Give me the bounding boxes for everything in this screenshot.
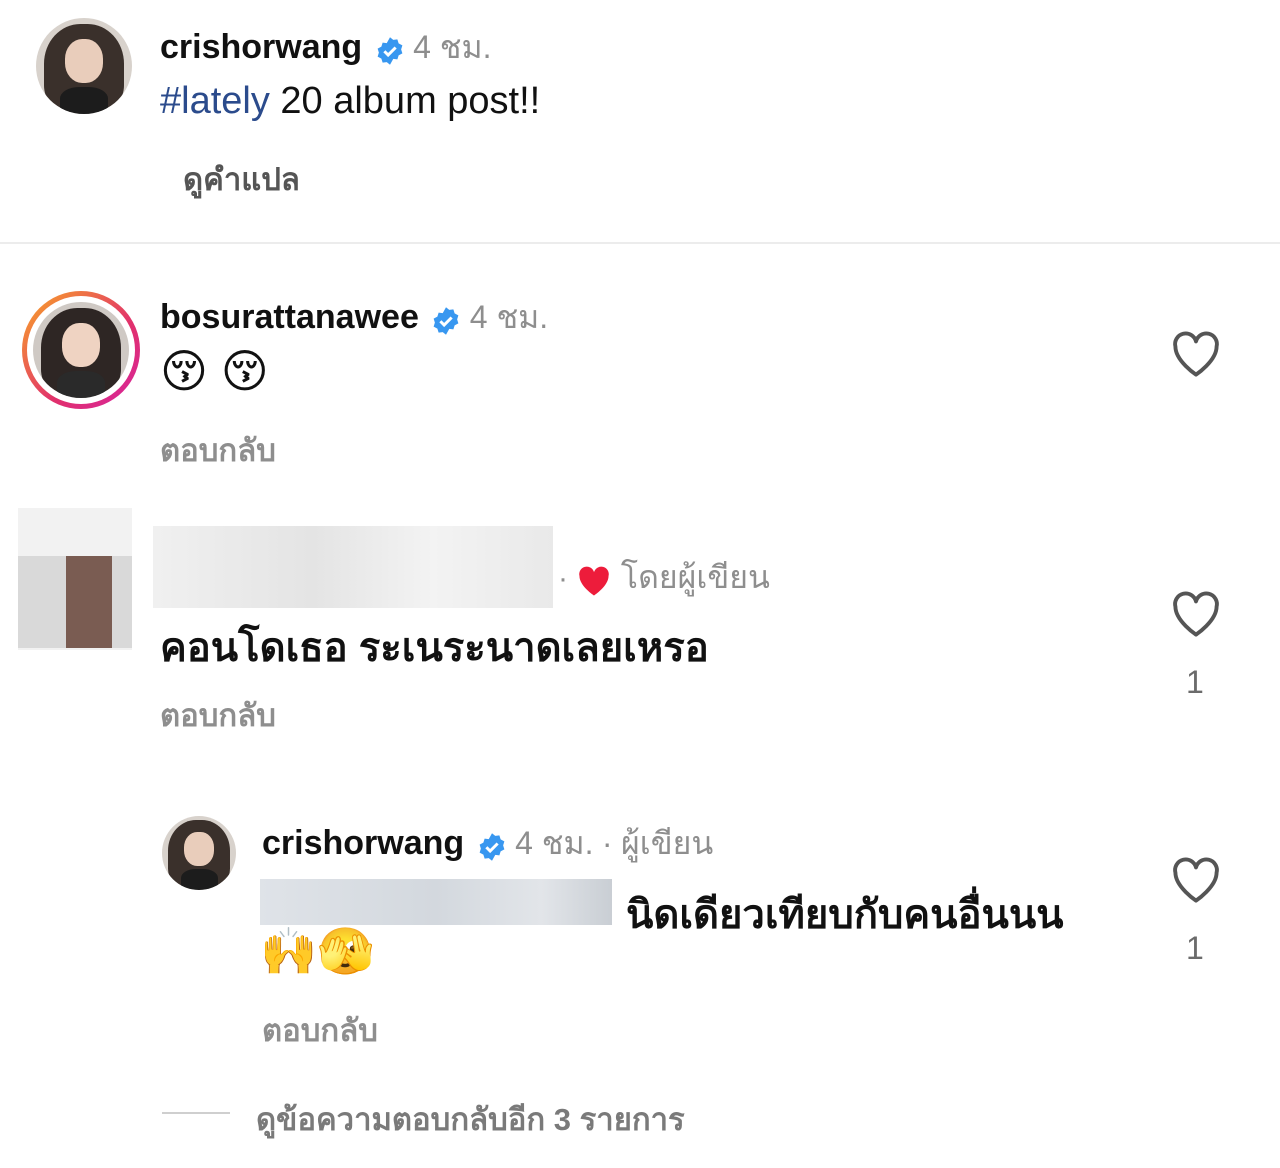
like-heart-icon[interactable]: [1170, 330, 1222, 383]
comment-avatar: [33, 302, 129, 398]
like-count: 1: [1186, 664, 1204, 700]
verified-icon: [431, 306, 461, 341]
caption-body: 20 album post!!: [269, 80, 541, 122]
comment-time: 4 ชม.: [469, 299, 549, 335]
reply-time: 4 ชม.: [515, 825, 594, 861]
reply-avatar[interactable]: [162, 816, 236, 890]
translate-link[interactable]: ดูคำแปล: [183, 154, 300, 204]
reply-emojis: 🙌🫣: [260, 925, 375, 977]
comment-text: คอนโดเธอ ระเนระนาดเลยเหรอ: [160, 626, 709, 670]
reply-button[interactable]: ตอบกลับ: [262, 1005, 378, 1055]
caption-avatar[interactable]: [36, 18, 132, 114]
reply-button[interactable]: ตอบกลับ: [160, 425, 276, 475]
like-heart-icon[interactable]: [1170, 590, 1222, 643]
blurred-avatar[interactable]: [18, 508, 132, 650]
caption-username[interactable]: crishorwang: [160, 28, 362, 66]
meta-separator: ·: [558, 562, 568, 595]
comment-header: bosurattanawee 4 ชม.: [160, 292, 548, 336]
author-heart-icon: [576, 565, 612, 602]
caption-header: crishorwang 4 ชม.: [160, 22, 491, 66]
author-label: ผู้เขียน: [621, 825, 714, 861]
caption-time: 4 ชม.: [413, 29, 492, 65]
reply-button[interactable]: ตอบกลับ: [160, 690, 276, 740]
caption-hashtag-link[interactable]: #lately: [160, 80, 270, 122]
verified-icon: [375, 36, 405, 71]
like-heart-icon[interactable]: [1170, 856, 1222, 909]
reply-header: crishorwang 4 ชม. · ผู้เขียน: [262, 818, 713, 862]
blurred-mention: [260, 879, 612, 925]
reply-text: นิดเดียวเทียบกับคนอื่นนน: [626, 893, 1064, 937]
verified-icon: [477, 832, 507, 867]
divider: [0, 242, 1280, 244]
comment-username[interactable]: bosurattanawee: [160, 298, 419, 336]
reply-username[interactable]: crishorwang: [262, 824, 464, 862]
comment-emojis: 😚 😚: [160, 345, 269, 397]
like-count: 1: [1186, 930, 1204, 966]
author-like-label: โดยผู้เขียน: [620, 559, 770, 595]
comment-author-like: · โดยผู้เขียน: [558, 552, 770, 603]
caption-text: #lately 20 album post!!: [160, 80, 540, 123]
meta-separator: ·: [601, 825, 613, 861]
view-more-line: [162, 1112, 230, 1114]
blurred-username: [153, 526, 553, 608]
story-ring[interactable]: [22, 291, 140, 409]
view-more-replies-button[interactable]: ดูข้อความตอบกลับอีก 3 รายการ: [256, 1094, 685, 1144]
